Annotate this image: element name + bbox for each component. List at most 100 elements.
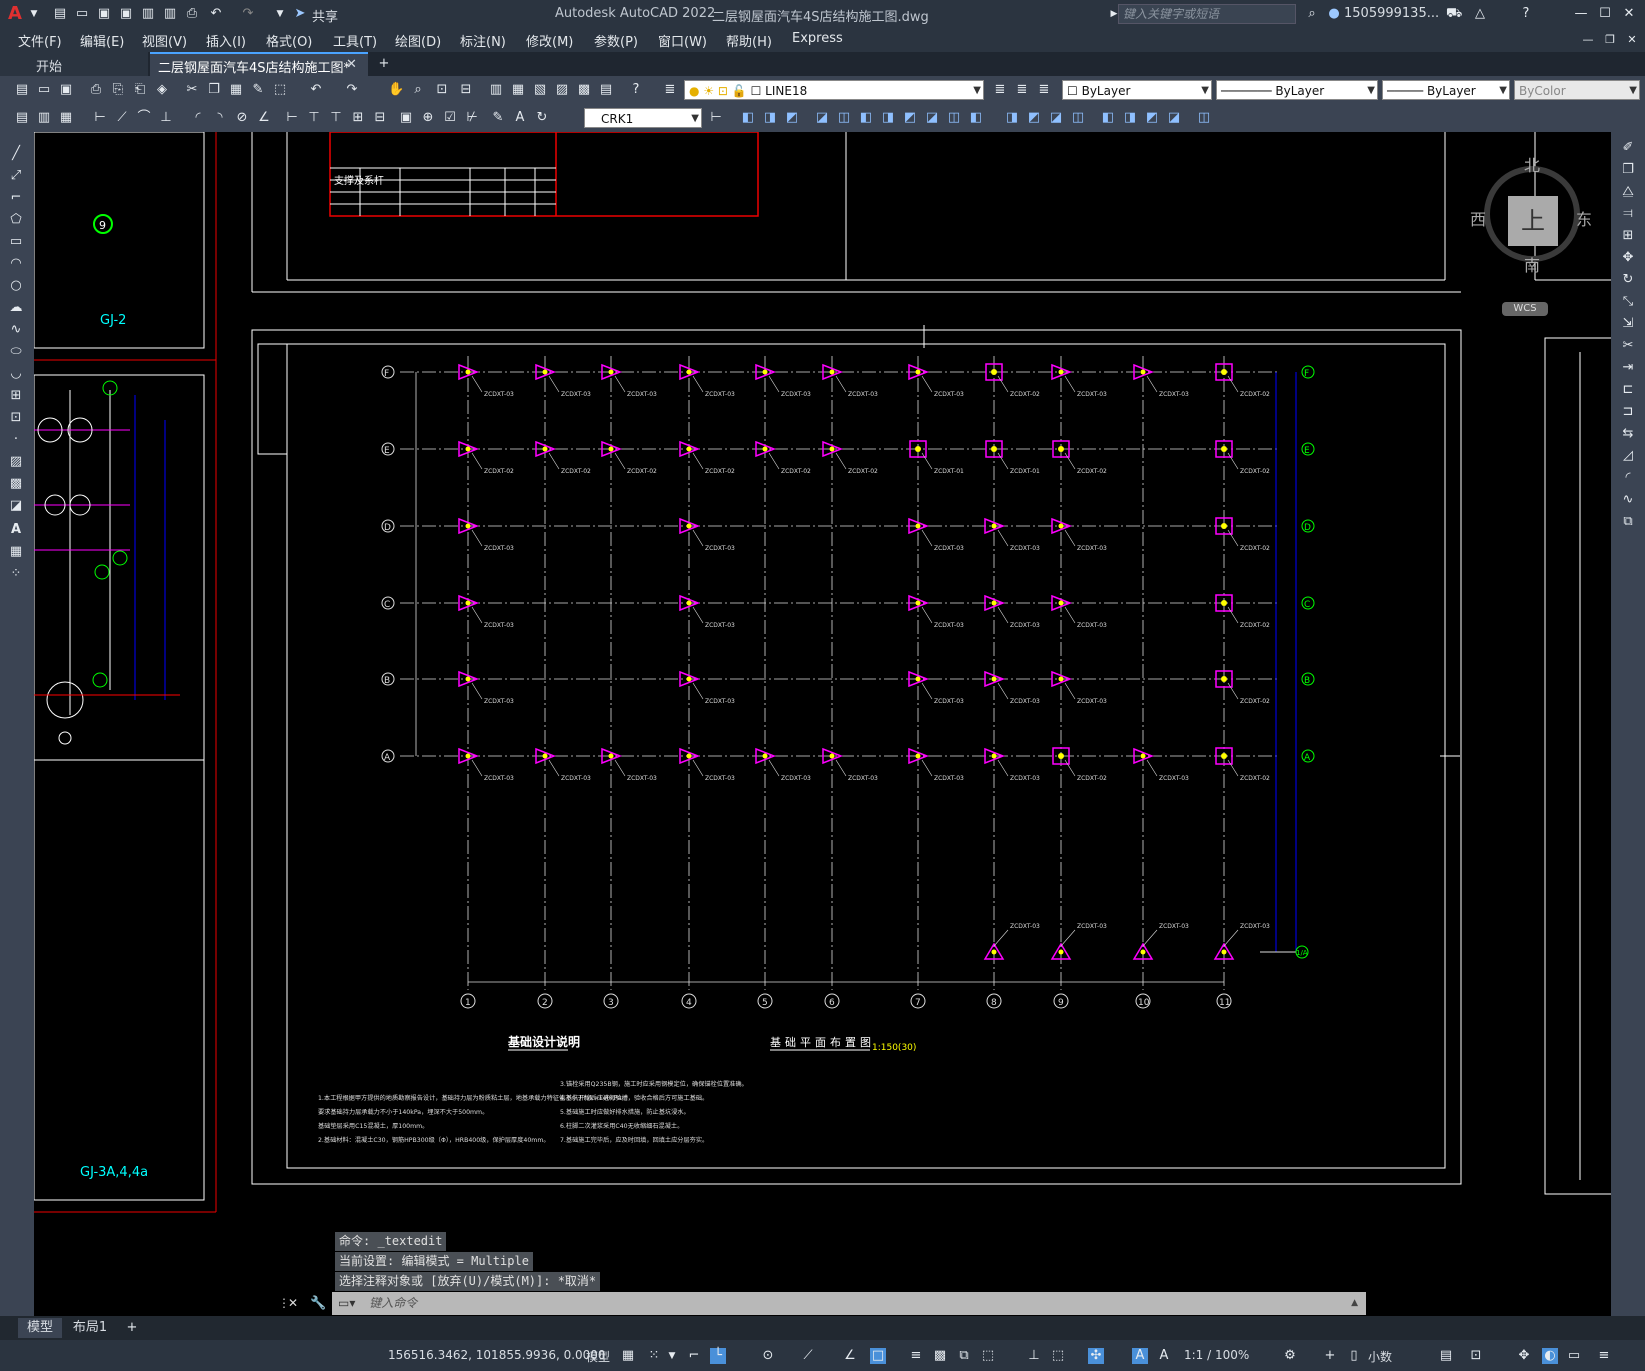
hatch-icon[interactable]: ▨ (8, 454, 24, 470)
grid-icon[interactable]: ▦ (620, 1348, 636, 1364)
viewcube-east[interactable]: 东 (1576, 206, 1592, 230)
tolerance-icon[interactable]: ▣ (398, 110, 414, 126)
command-recent-icon[interactable]: ▲ (1351, 1292, 1358, 1315)
viewcube-west[interactable]: 西 (1470, 206, 1486, 230)
modify-12-icon[interactable]: ◨ (1004, 110, 1020, 126)
dim-edit-icon[interactable]: ✎ (490, 110, 506, 126)
viewcube-top-face[interactable]: 上 (1508, 196, 1558, 246)
doc-close-icon[interactable]: ✕ (1624, 32, 1640, 48)
drawing-canvas[interactable]: 9 GJ-2 GJ-3A,4,4a 支撑及系杆 F F E E D D C C … (34, 132, 1611, 1316)
maximize-icon[interactable]: ☐ (1597, 6, 1613, 22)
quickcalc-icon[interactable]: ▤ (598, 82, 614, 98)
qnew-icon[interactable]: ▤ (14, 82, 30, 98)
layer-combo[interactable]: ● ☀ ⊡ 🔓 ☐ LINE18 ▼ (684, 80, 984, 100)
save-web-icon[interactable]: ▥ (162, 6, 178, 22)
transparency-icon[interactable]: ▩ (932, 1348, 948, 1364)
ortho-icon[interactable]: └ (710, 1348, 726, 1364)
app-logo-icon[interactable]: A (8, 3, 22, 24)
polygon-icon[interactable]: ⬠ (8, 212, 24, 228)
zoom-realtime-icon[interactable]: ⌕ (410, 82, 426, 98)
modify-13-icon[interactable]: ◩ (1026, 110, 1042, 126)
clean-screen-icon[interactable]: ▭ (1566, 1348, 1582, 1364)
insert-block-icon[interactable]: ⊞ (8, 388, 24, 404)
explode-icon[interactable]: ⧉ (1620, 514, 1636, 530)
tab-layout1[interactable]: 布局1 (68, 1318, 112, 1338)
ellipse-arc-icon[interactable]: ◡ (8, 366, 24, 382)
inspect-icon[interactable]: ☑ (442, 110, 458, 126)
linetype-combo[interactable]: ─────── ByLayer ▼ (1216, 80, 1378, 100)
dynamic-ucs-icon[interactable]: ⊥ (1026, 1348, 1042, 1364)
mirror-icon[interactable]: ⧋ (1620, 184, 1636, 200)
3d-dwf-icon[interactable]: ◈ (154, 82, 170, 98)
customize-dropdown-icon[interactable]: ▼ (272, 6, 288, 22)
join-icon[interactable]: ⇆ (1620, 426, 1636, 442)
menu-draw[interactable]: 绘图(D) (395, 31, 441, 50)
units-icon[interactable]: ▯ (1346, 1348, 1362, 1364)
center-mark-icon[interactable]: ⊕ (420, 110, 436, 126)
publish-icon[interactable]: ⎗ (132, 82, 148, 98)
modify-7-icon[interactable]: ◨ (880, 110, 896, 126)
doc-restore-icon[interactable]: ❐ (1602, 32, 1618, 48)
modify-15-icon[interactable]: ◫ (1070, 110, 1086, 126)
hardware-accel-icon[interactable]: ◐ (1542, 1348, 1558, 1364)
infer-icon[interactable]: ⌐ (686, 1348, 702, 1364)
rectangle-icon[interactable]: ▭ (8, 234, 24, 250)
app-menu-dropdown-icon[interactable]: ▼ (26, 6, 42, 22)
minimize-icon[interactable]: — (1573, 6, 1589, 22)
spline-icon[interactable]: ∿ (8, 322, 24, 338)
search-icon[interactable]: ⌕ (1304, 6, 1320, 22)
close-icon[interactable]: ✕ (1621, 6, 1637, 22)
modify-1-icon[interactable]: ◧ (740, 110, 756, 126)
user-icon[interactable]: ● (1326, 6, 1342, 22)
new-file-icon[interactable]: ▤ (52, 6, 68, 22)
drawing-svg[interactable]: 9 GJ-2 GJ-3A,4,4a 支撑及系杆 F FE ED DC CB BA… (34, 132, 1611, 1316)
menu-help[interactable]: 帮助(H) (726, 31, 772, 50)
break-icon[interactable]: ⊐ (1620, 404, 1636, 420)
layer-properties-icon[interactable]: ≣ (662, 82, 678, 98)
open-web-icon[interactable]: ▥ (140, 6, 156, 22)
fillet-icon[interactable]: ◜ (1620, 470, 1636, 486)
plotstyle-combo[interactable]: ByColor ▼ (1514, 80, 1640, 100)
tool-b-icon[interactable]: ▥ (36, 110, 52, 126)
viewcube[interactable]: 上 北 南 西 东 (1470, 152, 1594, 276)
menu-modify[interactable]: 修改(M) (526, 31, 573, 50)
selection-filter-icon[interactable]: ⬚ (1050, 1348, 1066, 1364)
block-editor-icon[interactable]: ⬚ (272, 82, 288, 98)
point-icon[interactable]: · (8, 432, 24, 448)
share-button[interactable]: 共享 (312, 6, 338, 25)
doc-minimize-icon[interactable]: — (1580, 32, 1596, 48)
autodesk-account-icon[interactable]: △ (1472, 6, 1488, 22)
region-icon[interactable]: ◪ (8, 498, 24, 514)
blend-icon[interactable]: ∿ (1620, 492, 1636, 508)
dim-baseline-icon[interactable]: ⊤ (306, 110, 322, 126)
new-tab-icon[interactable]: + (376, 56, 392, 72)
command-input[interactable]: ▭▾ 键入命令 ▲ (332, 1292, 1366, 1315)
jogged-linear-icon[interactable]: ⊬ (464, 110, 480, 126)
menu-dimension[interactable]: 标注(N) (460, 31, 506, 50)
help-icon[interactable]: ? (1518, 6, 1534, 22)
revcloud-icon[interactable]: ☁ (8, 300, 24, 316)
menu-insert[interactable]: 插入(I) (206, 31, 246, 50)
line-icon[interactable]: ╱ (8, 146, 24, 162)
dim-jogged-icon[interactable]: ◝ (212, 110, 228, 126)
save-as-icon[interactable]: ▣ (118, 6, 134, 22)
tool-palettes-icon[interactable]: ▧ (532, 82, 548, 98)
quick-dim-icon[interactable]: ⊢ (284, 110, 300, 126)
modify-17-icon[interactable]: ◨ (1122, 110, 1138, 126)
undo-icon[interactable]: ↶ (208, 6, 224, 22)
auto-scale-icon[interactable]: A (1156, 1348, 1172, 1364)
menu-edit[interactable]: 编辑(E) (80, 31, 124, 50)
isodraft-icon[interactable]: ⟋ (800, 1348, 816, 1364)
viewcube-north[interactable]: 北 (1524, 152, 1540, 176)
make-current-icon[interactable]: ≣ (992, 82, 1008, 98)
menu-format[interactable]: 格式(O) (266, 31, 312, 50)
chamfer-icon[interactable]: ◿ (1620, 448, 1636, 464)
customize-status-icon[interactable]: ≡ (1596, 1348, 1612, 1364)
annotation-monitor-icon[interactable]: + (1322, 1348, 1338, 1364)
command-customize-icon[interactable]: 🔧 (310, 1296, 326, 1311)
rotate-icon[interactable]: ↻ (1620, 272, 1636, 288)
sheet-set-icon[interactable]: ▨ (554, 82, 570, 98)
move-icon[interactable]: ✥ (1620, 250, 1636, 266)
table-icon[interactable]: A (8, 522, 24, 538)
user-name[interactable]: 1505999135... (1344, 6, 1439, 21)
